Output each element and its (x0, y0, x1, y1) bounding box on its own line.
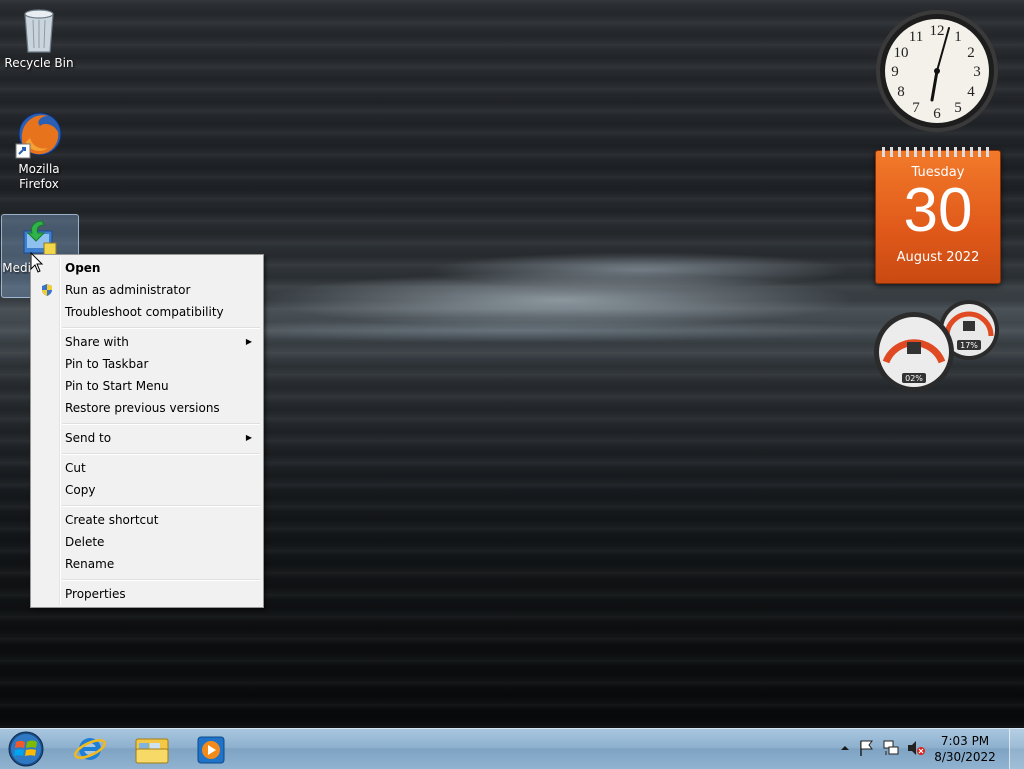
memory-usage: 17% (960, 341, 978, 350)
menu-item-open[interactable]: Open (34, 257, 260, 279)
tray-date: 8/30/2022 (934, 750, 996, 764)
menu-item-create-shortcut[interactable]: Create shortcut (34, 509, 260, 531)
svg-text:12: 12 (930, 23, 945, 39)
svg-text:2: 2 (967, 45, 975, 61)
menu-separator (62, 327, 260, 329)
cpu-usage: 02% (905, 374, 923, 383)
clock-gadget[interactable]: 12 1 2 3 4 5 6 7 8 9 10 11 (874, 8, 1000, 134)
menu-separator (62, 579, 260, 581)
svg-text:1: 1 (954, 29, 962, 45)
show-hidden-icons-icon[interactable] (840, 743, 850, 753)
menu-item-run-as-admin[interactable]: Run as administrator (34, 279, 260, 301)
menu-item-restore-versions[interactable]: Restore previous versions (34, 397, 260, 419)
firefox-shortcut[interactable]: Mozilla Firefox (1, 110, 77, 192)
media-player-icon[interactable] (186, 731, 238, 767)
svg-text:10: 10 (894, 45, 909, 61)
start-button[interactable] (4, 729, 48, 769)
recycle-bin-shortcut[interactable]: Recycle Bin (1, 6, 77, 71)
submenu-arrow-icon: ▶ (245, 433, 252, 442)
windows-explorer-icon[interactable] (126, 731, 178, 767)
firefox-icon (15, 112, 62, 159)
firefox-label: Mozilla Firefox (18, 162, 60, 191)
svg-text:6: 6 (933, 106, 941, 122)
submenu-arrow-icon: ▶ (245, 337, 252, 346)
menu-item-send-to[interactable]: Send to ▶ (34, 427, 260, 449)
memory-chip-icon (963, 321, 975, 331)
cpu-chip-icon (907, 342, 921, 354)
mouse-cursor-icon (30, 252, 44, 273)
calendar-gadget[interactable]: Tuesday 30 August 2022 (875, 147, 1001, 284)
svg-text:5: 5 (954, 100, 962, 116)
menu-item-cut[interactable]: Cut (34, 457, 260, 479)
calendar-month-year: August 2022 (896, 250, 980, 265)
system-tray: 7:03 PM 8/30/2022 (834, 729, 1024, 769)
menu-item-pin-taskbar[interactable]: Pin to Taskbar (34, 353, 260, 375)
svg-text:9: 9 (891, 64, 899, 80)
menu-item-pin-start[interactable]: Pin to Start Menu (34, 375, 260, 397)
menu-item-copy[interactable]: Copy (34, 479, 260, 501)
network-icon[interactable] (882, 739, 900, 757)
show-desktop-button[interactable] (1009, 729, 1024, 769)
recycle-bin-label: Recycle Bin (4, 56, 74, 70)
tray-time: 7:03 PM (940, 734, 990, 748)
menu-item-delete[interactable]: Delete (34, 531, 260, 553)
taskbar: 7:03 PM 8/30/2022 (0, 728, 1024, 769)
menu-item-rename[interactable]: Rename (34, 553, 260, 575)
menu-separator (62, 453, 260, 455)
svg-text:8: 8 (897, 84, 905, 100)
uac-shield-icon (42, 284, 52, 296)
menu-separator (62, 505, 260, 507)
calendar-rings (882, 147, 994, 157)
menu-item-properties[interactable]: Properties (34, 583, 260, 605)
svg-text:7: 7 (912, 100, 920, 116)
calendar-day: 30 (903, 176, 973, 245)
tray-clock[interactable]: 7:03 PM 8/30/2022 (930, 733, 1000, 765)
svg-text:11: 11 (909, 29, 923, 45)
menu-item-share-with[interactable]: Share with ▶ (34, 331, 260, 353)
svg-text:3: 3 (973, 64, 981, 80)
menu-separator (62, 423, 260, 425)
internet-explorer-icon[interactable] (64, 731, 116, 767)
action-center-flag-icon[interactable] (858, 739, 874, 757)
cpu-meter-gadget[interactable]: 17% 02% (872, 298, 1002, 394)
context-menu: Open Run as administrator Troubleshoot c… (30, 254, 264, 608)
desktop: Recycle Bin Mozilla Firefox Medi... nTo.… (0, 0, 1024, 728)
svg-text:4: 4 (967, 84, 975, 100)
menu-item-troubleshoot[interactable]: Troubleshoot compatibility (34, 301, 260, 323)
volume-muted-icon[interactable] (906, 739, 926, 757)
recycle-bin-icon (24, 9, 54, 53)
